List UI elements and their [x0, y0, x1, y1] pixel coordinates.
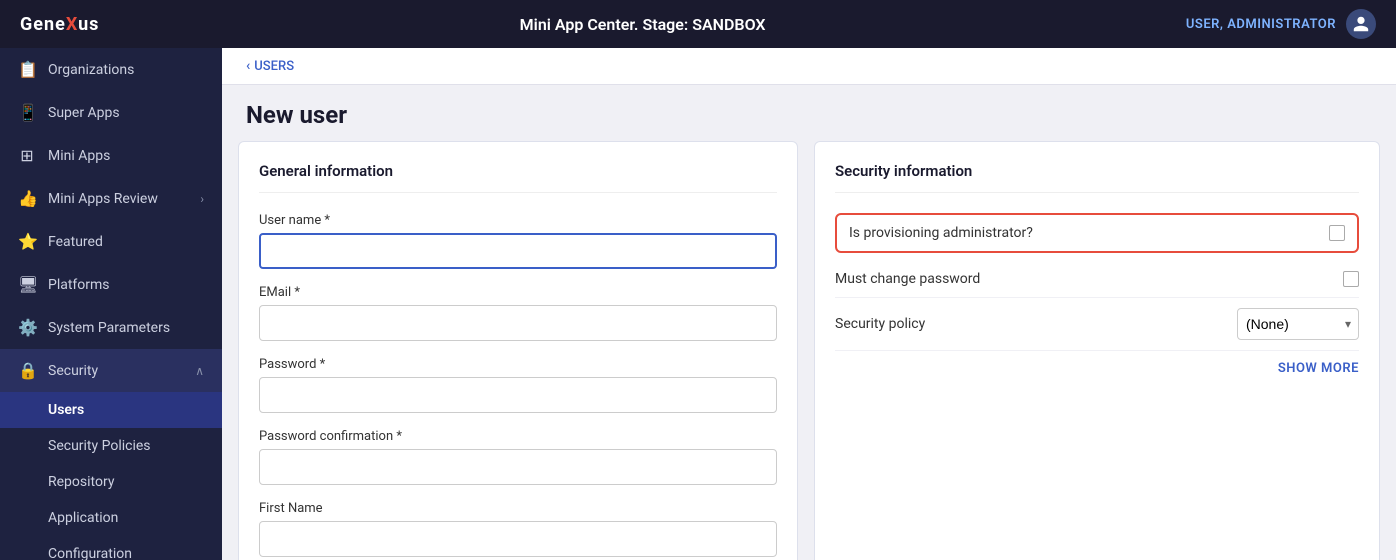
general-info-title: General information [259, 162, 777, 193]
sidebar-sub-item-configuration[interactable]: Configuration [0, 536, 222, 560]
sidebar-sub-label-configuration: Configuration [48, 546, 132, 560]
user-name-label: User name * [259, 213, 777, 228]
content-area: General information User name * EMail * … [222, 141, 1396, 560]
logo-text: GeneXus [20, 14, 99, 35]
main-content: ‹ USERS New user General information Use… [222, 48, 1396, 560]
sidebar-label-mini-apps-review: Mini Apps Review [48, 191, 158, 207]
sidebar: 📋 Organizations 📱 Super Apps ⊞ Mini Apps… [0, 48, 222, 560]
page-title: New user [246, 101, 1372, 129]
security-policy-label: Security policy [835, 316, 1237, 332]
password-confirmation-group: Password confirmation * [259, 429, 777, 485]
page-header: New user [222, 85, 1396, 141]
security-policy-select[interactable]: (None) Standard High Security [1237, 308, 1359, 340]
password-input[interactable] [259, 377, 777, 413]
mini-apps-review-icon: 👍 [18, 189, 36, 208]
security-policy-select-wrapper: (None) Standard High Security [1237, 308, 1359, 340]
security-info-card: Security information Is provisioning adm… [814, 141, 1380, 560]
provisioning-admin-label: Is provisioning administrator? [849, 225, 1317, 241]
provisioning-admin-checkbox[interactable] [1329, 225, 1345, 241]
sidebar-item-mini-apps[interactable]: ⊞ Mini Apps [0, 134, 222, 177]
organizations-icon: 📋 [18, 60, 36, 79]
sidebar-label-featured: Featured [48, 234, 103, 250]
sidebar-label-organizations: Organizations [48, 62, 134, 78]
password-confirmation-label: Password confirmation * [259, 429, 777, 444]
sidebar-label-platforms: Platforms [48, 277, 110, 293]
sidebar-item-system-parameters[interactable]: ⚙️ System Parameters [0, 306, 222, 349]
sidebar-item-mini-apps-review[interactable]: 👍 Mini Apps Review › [0, 177, 222, 220]
sidebar-label-super-apps: Super Apps [48, 105, 120, 121]
featured-icon: ⭐ [18, 232, 36, 251]
sidebar-label-security: Security [48, 363, 98, 379]
chevron-right-icon: › [200, 192, 204, 206]
security-policy-row: Security policy (None) Standard High Sec… [835, 298, 1359, 351]
first-name-group: First Name [259, 501, 777, 557]
sidebar-item-super-apps[interactable]: 📱 Super Apps [0, 91, 222, 134]
general-info-card: General information User name * EMail * … [238, 141, 798, 560]
mini-apps-icon: ⊞ [18, 146, 36, 165]
breadcrumb-label: USERS [254, 59, 294, 74]
first-name-input[interactable] [259, 521, 777, 557]
user-name-group: User name * [259, 213, 777, 269]
user-name-input[interactable] [259, 233, 777, 269]
logo: GeneXus [20, 14, 99, 35]
super-apps-icon: 📱 [18, 103, 36, 122]
sidebar-item-featured[interactable]: ⭐ Featured [0, 220, 222, 263]
sidebar-sub-item-repository[interactable]: Repository [0, 464, 222, 500]
must-change-password-label: Must change password [835, 271, 1331, 287]
security-info-title: Security information [835, 162, 1359, 193]
email-label: EMail * [259, 285, 777, 300]
platforms-icon: 🖥 [18, 275, 36, 294]
password-confirmation-input[interactable] [259, 449, 777, 485]
must-change-password-checkbox[interactable] [1343, 271, 1359, 287]
email-input[interactable] [259, 305, 777, 341]
sidebar-item-security[interactable]: 🔒 Security ∧ [0, 349, 222, 392]
provisioning-admin-row: Is provisioning administrator? [835, 213, 1359, 253]
first-name-label: First Name [259, 501, 777, 516]
sidebar-sub-label-repository: Repository [48, 474, 114, 490]
sidebar-label-system-parameters: System Parameters [48, 320, 170, 336]
sidebar-sub-label-application: Application [48, 510, 118, 526]
security-icon: 🔒 [18, 361, 36, 380]
sidebar-sub-item-security-policies[interactable]: Security Policies [0, 428, 222, 464]
email-group: EMail * [259, 285, 777, 341]
header-title: Mini App Center. Stage: SANDBOX [99, 15, 1185, 34]
sidebar-sub-item-application[interactable]: Application [0, 500, 222, 536]
breadcrumb: ‹ USERS [222, 48, 1396, 85]
sidebar-item-organizations[interactable]: 📋 Organizations [0, 48, 222, 91]
system-parameters-icon: ⚙️ [18, 318, 36, 337]
avatar[interactable] [1346, 9, 1376, 39]
chevron-up-icon: ∧ [195, 364, 204, 378]
must-change-password-row: Must change password [835, 261, 1359, 298]
sidebar-item-platforms[interactable]: 🖥 Platforms [0, 263, 222, 306]
header-user: USER, ADMINISTRATOR [1186, 9, 1376, 39]
back-arrow-icon: ‹ [246, 58, 250, 74]
password-group: Password * [259, 357, 777, 413]
sidebar-sub-item-users[interactable]: Users [0, 392, 222, 428]
sidebar-sub-label-users: Users [48, 402, 84, 418]
breadcrumb-back-button[interactable]: ‹ USERS [246, 58, 294, 74]
sidebar-label-mini-apps: Mini Apps [48, 148, 110, 164]
app-header: GeneXus Mini App Center. Stage: SANDBOX … [0, 0, 1396, 48]
password-label: Password * [259, 357, 777, 372]
user-name: USER, ADMINISTRATOR [1186, 17, 1336, 32]
sidebar-sub-label-security-policies: Security Policies [48, 438, 151, 454]
show-more-button[interactable]: SHOW MORE [835, 351, 1359, 380]
